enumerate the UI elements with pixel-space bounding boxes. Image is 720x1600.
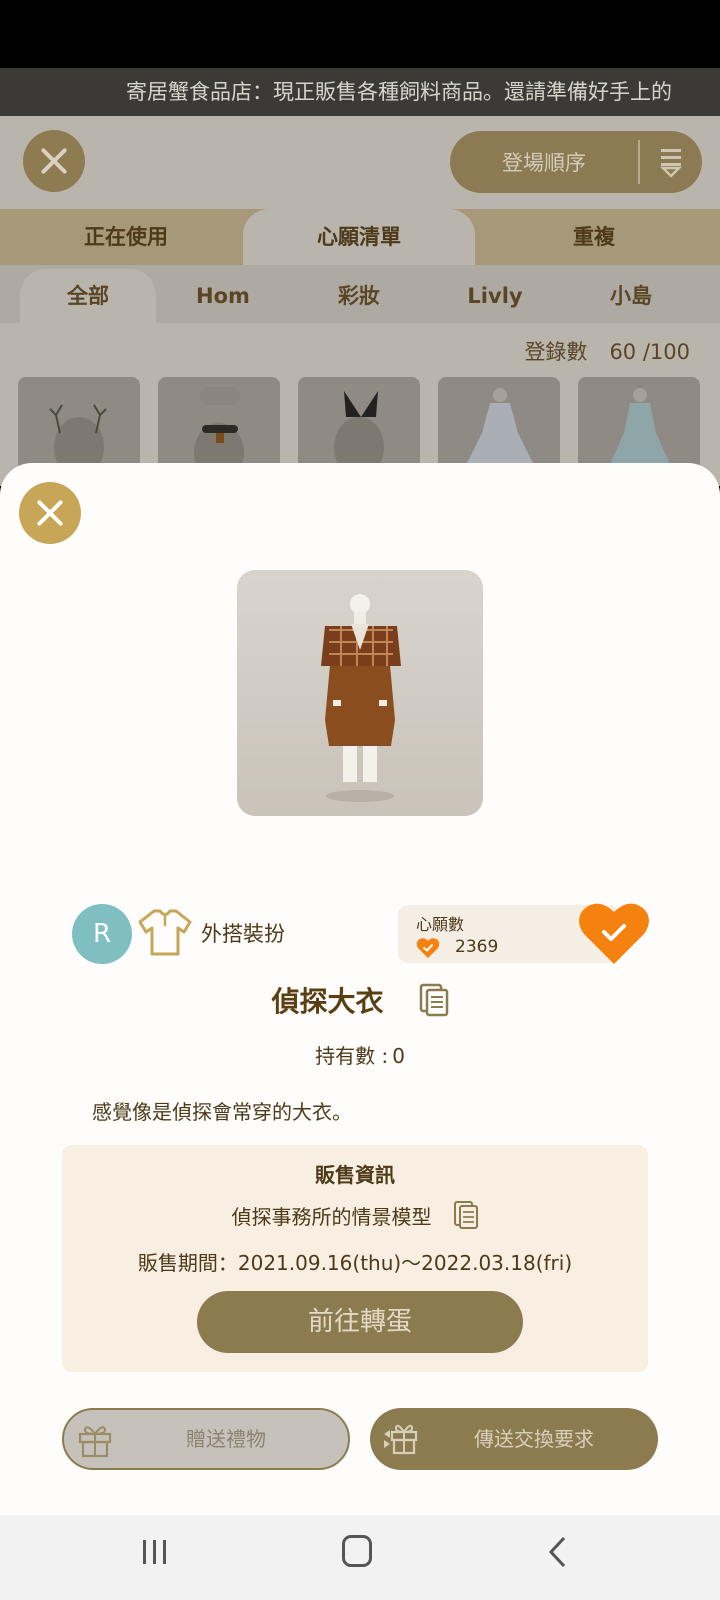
filter-tab-hom[interactable]: Hom [160, 269, 286, 323]
owned-count: 持有數 :0 [0, 1040, 720, 1069]
owned-label: 持有數 : [315, 1044, 389, 1068]
status-bar [0, 0, 720, 68]
registration-value: 60 /100 [609, 340, 690, 364]
wish-count-value: 2369 [455, 937, 499, 957]
sort-button[interactable]: 登場順序 [450, 131, 702, 193]
wish-count-label: 心願數 [416, 915, 465, 934]
sale-period: 販售期間：2021.09.16(thu)～2022.03.18(fri) [137, 1251, 573, 1275]
tab-bar: 正在使用 心願清單 重複 [0, 209, 720, 265]
back-icon[interactable] [546, 1535, 570, 1569]
copy-icon[interactable] [453, 1200, 479, 1230]
sort-label: 登場順序 [502, 151, 586, 175]
tab-duplicates[interactable]: 重複 [498, 209, 690, 265]
item-image [237, 570, 483, 816]
sale-source: 偵探事務所的情景模型 [231, 1204, 432, 1229]
filter-tab-all[interactable]: 全部 [20, 269, 156, 323]
heart-check-icon [416, 938, 440, 958]
recent-apps-icon[interactable] [140, 1537, 170, 1567]
wishlist-heart-button[interactable] [578, 900, 650, 966]
registration-count: 登錄數 60 /100 [524, 336, 690, 366]
close-icon[interactable] [23, 130, 85, 192]
item-description: 感覺像是偵探會常穿的大衣。 [92, 1100, 352, 1124]
gift-icon [78, 1426, 112, 1458]
item-title-row: 偵探大衣 [0, 980, 720, 1024]
filter-tab-bar: 全部 Hom 彩妝 Livly 小島 [0, 265, 720, 323]
category-label: 外搭裝扮 [201, 922, 285, 946]
tab-wishlist[interactable]: 心願清單 [243, 209, 475, 265]
sale-source-row: 偵探事務所的情景模型 [62, 1200, 648, 1230]
rarity-badge: R [72, 904, 132, 964]
item-name: 偵探大衣 [271, 985, 384, 1018]
trade-gift-icon [384, 1424, 418, 1455]
home-icon[interactable] [342, 1535, 372, 1567]
filter-tab-island[interactable]: 小島 [568, 269, 694, 323]
copy-icon[interactable] [419, 983, 449, 1017]
ribbon-icon [344, 391, 378, 417]
shirt-icon [138, 909, 192, 956]
system-nav-bar [0, 1515, 720, 1600]
filter-tab-livly[interactable]: Livly [432, 269, 558, 323]
trade-request-label: 傳送交換要求 [474, 1427, 594, 1451]
sale-info-title: 販售資訊 [315, 1163, 395, 1187]
owned-value: 0 [392, 1044, 405, 1068]
sort-order-icon [640, 147, 702, 177]
go-to-gacha-button[interactable]: 前往轉蛋 [197, 1291, 523, 1353]
detective-coat-image [321, 594, 401, 802]
filter-tab-makeup[interactable]: 彩妝 [296, 269, 422, 323]
news-ticker: 寄居蟹食品店：現正販售各種飼料商品。還請準備好手上的 [0, 68, 720, 116]
tab-in-use[interactable]: 正在使用 [30, 209, 222, 265]
sale-info-box: 販售資訊 偵探事務所的情景模型 販售期間：2021.09.16(thu)～202… [62, 1145, 648, 1372]
hat-choker-icon [200, 387, 240, 443]
send-gift-label: 贈送禮物 [186, 1427, 266, 1451]
send-gift-button[interactable]: 贈送禮物 [62, 1408, 350, 1470]
registration-label: 登錄數 [524, 340, 588, 364]
close-icon[interactable] [19, 482, 81, 544]
antler-icon [49, 404, 107, 434]
trade-request-button[interactable]: 傳送交換要求 [370, 1408, 658, 1470]
